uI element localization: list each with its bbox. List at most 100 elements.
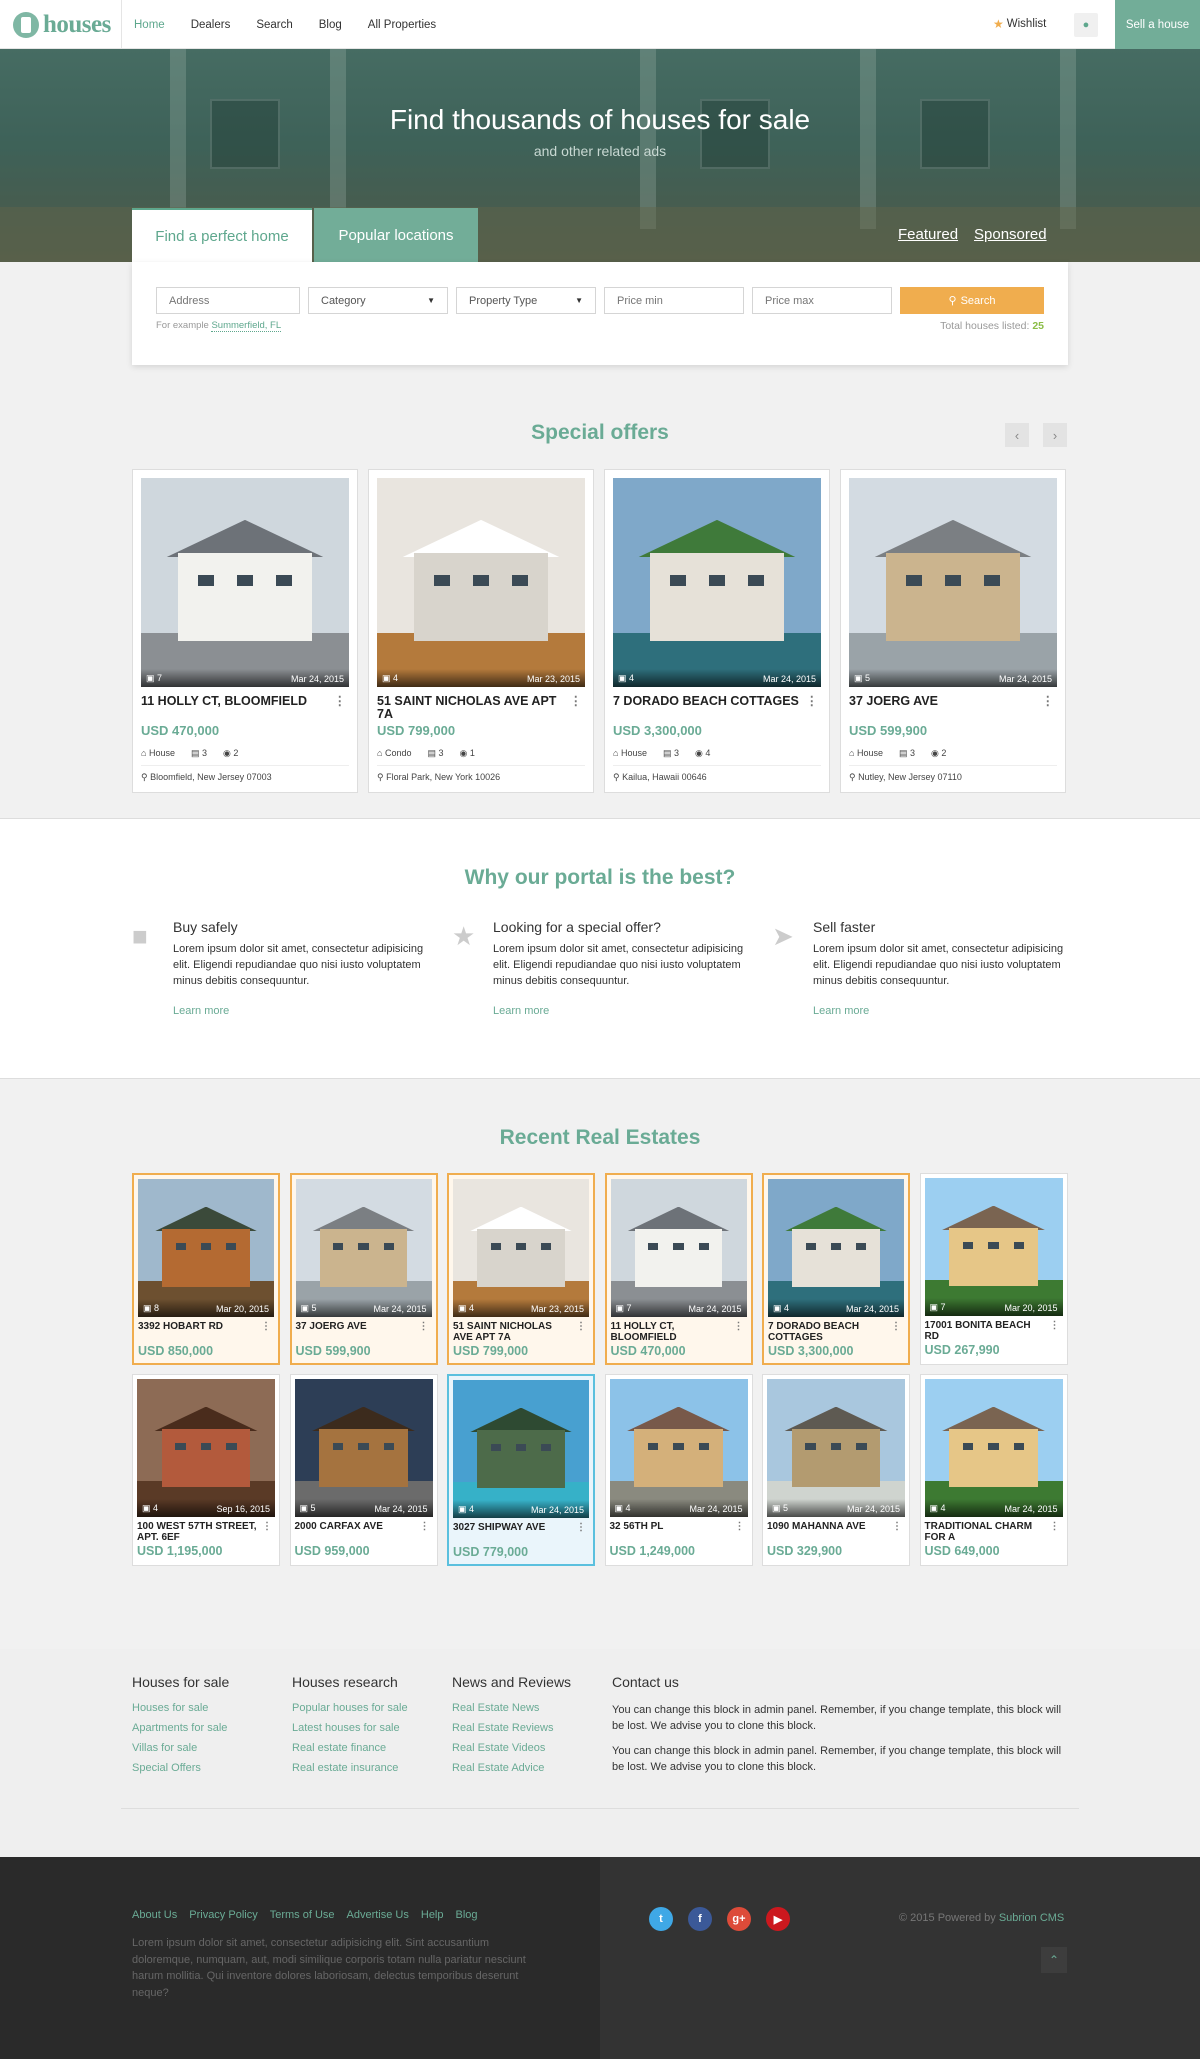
listing-photo[interactable]: ▣ 5 Mar 24, 2015 — [295, 1179, 432, 1317]
footer-link[interactable]: Popular houses for sale — [292, 1702, 408, 1714]
property-type-select[interactable]: Property Type ▼ — [456, 287, 596, 314]
listing-photo[interactable]: ▣ 7 Mar 24, 2015 — [610, 1179, 747, 1317]
more-options-icon[interactable]: ⋮ — [731, 1321, 747, 1343]
listing-title[interactable]: 7 DORADO BEACH COTTAGES — [613, 695, 799, 721]
more-options-icon[interactable]: ⋮ — [258, 1321, 274, 1343]
footer-link[interactable]: Houses for sale — [132, 1702, 229, 1714]
more-options-icon[interactable]: ⋮ — [331, 695, 350, 721]
more-options-icon[interactable]: ⋮ — [259, 1521, 275, 1543]
recent-listing-card[interactable]: ▣ 4 Mar 24, 2015 3027 SHIPWAY AVE ⋮ USD 779,… — [447, 1374, 595, 1566]
recent-listing-card[interactable]: ▣ 4 Mar 24, 2015 7 DORADO BEACH COTTAGES ⋮ U… — [762, 1173, 910, 1365]
logo[interactable]: houses — [13, 11, 111, 39]
search-button[interactable]: ⚲ Search — [900, 287, 1044, 314]
blog-link[interactable]: Blog — [456, 1909, 478, 1921]
listing-photo[interactable]: ▣ 4 Sep 16, 2015 — [137, 1379, 275, 1517]
listing-photo[interactable]: ▣ 4 Mar 23, 2015 — [377, 478, 585, 687]
listing-photo[interactable]: ▣ 4 Mar 24, 2015 — [453, 1380, 589, 1518]
listing-photo[interactable]: ▣ 8 Mar 20, 2015 — [138, 1179, 274, 1317]
recent-listing-card[interactable]: ▣ 7 Mar 20, 2015 17001 BONITA BEACH RD ⋮ USD… — [919, 1173, 1068, 1365]
address-input[interactable] — [156, 287, 300, 314]
footer-link[interactable]: Real Estate Reviews — [452, 1722, 571, 1734]
tab-popular-locations[interactable]: Popular locations — [314, 208, 478, 262]
more-options-icon[interactable]: ⋮ — [416, 1321, 432, 1343]
more-options-icon[interactable]: ⋮ — [573, 1522, 589, 1544]
nav-home[interactable]: Home — [134, 19, 165, 31]
nav-search[interactable]: Search — [256, 19, 292, 31]
subrion-link[interactable]: Subrion CMS — [999, 1912, 1064, 1924]
facebook-icon[interactable]: f — [688, 1907, 712, 1931]
footer-link[interactable]: Villas for sale — [132, 1742, 229, 1754]
more-options-icon[interactable]: ⋮ — [732, 1521, 748, 1543]
listing-title[interactable]: 11 HOLLY CT, BLOOMFIELD — [611, 1321, 731, 1343]
advertise-us-link[interactable]: Advertise Us — [347, 1909, 409, 1921]
recent-listing-card[interactable]: ▣ 4 Mar 24, 2015 TRADITIONAL CHARM FOR A ⋮ U… — [919, 1374, 1068, 1566]
listing-photo[interactable]: ▣ 4 Mar 24, 2015 — [609, 1379, 748, 1517]
help-link[interactable]: Help — [421, 1909, 444, 1921]
offer-card[interactable]: ▣ 7 Mar 24, 2015 11 HOLLY CT, BLOOMFIELD ⋮ U… — [132, 469, 358, 793]
youtube-icon[interactable]: ▶ — [766, 1907, 790, 1931]
recent-listing-card[interactable]: ▣ 5 Mar 24, 2015 2000 CARFAX AVE ⋮ USD 959,0… — [289, 1374, 438, 1566]
more-options-icon[interactable]: ⋮ — [1047, 1521, 1063, 1543]
footer-link[interactable]: Special Offers — [132, 1762, 229, 1774]
more-options-icon[interactable]: ⋮ — [889, 1521, 905, 1543]
sell-a-house-button[interactable]: Sell a house — [1115, 0, 1200, 49]
footer-link[interactable]: Real Estate Videos — [452, 1742, 571, 1754]
listing-photo[interactable]: ▣ 5 Mar 24, 2015 — [849, 478, 1057, 687]
listing-title[interactable]: 32 56TH PL — [610, 1521, 664, 1543]
wishlist-link[interactable]: ★ Wishlist — [993, 17, 1046, 31]
more-options-icon[interactable]: ⋮ — [803, 695, 822, 721]
more-options-icon[interactable]: ⋮ — [1039, 695, 1058, 721]
more-options-icon[interactable]: ⋮ — [573, 1321, 589, 1343]
back-to-top-button[interactable]: ⌃ — [1041, 1947, 1067, 1973]
listing-title[interactable]: 51 SAINT NICHOLAS AVE APT 7A — [377, 695, 567, 721]
recent-listing-card[interactable]: ▣ 5 Mar 24, 2015 1090 MAHANNA AVE ⋮ USD 329,… — [762, 1374, 910, 1566]
example-link[interactable]: Summerfield, FL — [211, 320, 282, 332]
listing-title[interactable]: 3027 SHIPWAY AVE — [453, 1522, 545, 1544]
price-max-input[interactable] — [752, 287, 892, 314]
offer-card[interactable]: ▣ 4 Mar 24, 2015 7 DORADO BEACH COTTAGES ⋮ U… — [604, 469, 830, 793]
more-options-icon[interactable]: ⋮ — [888, 1321, 904, 1343]
recent-listing-card[interactable]: ▣ 7 Mar 24, 2015 11 HOLLY CT, BLOOMFIELD ⋮ U… — [604, 1173, 753, 1365]
price-min-input[interactable] — [604, 287, 744, 314]
footer-link[interactable]: Real estate insurance — [292, 1762, 408, 1774]
listing-photo[interactable]: ▣ 4 Mar 24, 2015 — [768, 1179, 904, 1317]
listing-title[interactable]: 2000 CARFAX AVE — [295, 1521, 383, 1543]
offer-card[interactable]: ▣ 5 Mar 24, 2015 37 JOERG AVE ⋮ USD 599,900 ⌂… — [840, 469, 1066, 793]
twitter-icon[interactable]: t — [649, 1907, 673, 1931]
listing-title[interactable]: 37 JOERG AVE — [849, 695, 938, 721]
category-select[interactable]: Category ▼ — [308, 287, 448, 314]
more-options-icon[interactable]: ⋮ — [567, 695, 586, 721]
sponsored-link[interactable]: Sponsored — [974, 226, 1047, 243]
more-options-icon[interactable]: ⋮ — [1047, 1320, 1063, 1342]
offer-card[interactable]: ▣ 4 Mar 23, 2015 51 SAINT NICHOLAS AVE APT… — [368, 469, 594, 793]
more-options-icon[interactable]: ⋮ — [417, 1521, 433, 1543]
listing-title[interactable]: 1090 MAHANNA AVE — [767, 1521, 866, 1543]
about-us-link[interactable]: About Us — [132, 1909, 177, 1921]
nav-all-properties[interactable]: All Properties — [368, 19, 436, 31]
nav-blog[interactable]: Blog — [319, 19, 342, 31]
recent-listing-card[interactable]: ▣ 4 Mar 23, 2015 51 SAINT NICHOLAS AVE APT… — [447, 1173, 595, 1365]
listing-photo[interactable]: ▣ 5 Mar 24, 2015 — [767, 1379, 905, 1517]
listing-photo[interactable]: ▣ 7 Mar 20, 2015 — [924, 1178, 1063, 1316]
footer-link[interactable]: Apartments for sale — [132, 1722, 229, 1734]
listing-title[interactable]: 7 DORADO BEACH COTTAGES — [768, 1321, 888, 1343]
listing-photo[interactable]: ▣ 4 Mar 24, 2015 — [924, 1379, 1063, 1517]
listing-title[interactable]: 37 JOERG AVE — [296, 1321, 367, 1343]
listing-title[interactable]: 11 HOLLY CT, BLOOMFIELD — [141, 695, 307, 721]
footer-link[interactable]: Real Estate Advice — [452, 1762, 571, 1774]
footer-link[interactable]: Real estate finance — [292, 1742, 408, 1754]
tab-find-perfect-home[interactable]: Find a perfect home — [132, 208, 312, 262]
listing-photo[interactable]: ▣ 5 Mar 24, 2015 — [294, 1379, 433, 1517]
recent-listing-card[interactable]: ▣ 4 Sep 16, 2015 100 WEST 57TH STREET, APT… — [132, 1374, 280, 1566]
carousel-prev-button[interactable]: ‹ — [1005, 423, 1029, 447]
featured-link[interactable]: Featured — [898, 226, 958, 243]
recent-listing-card[interactable]: ▣ 5 Mar 24, 2015 37 JOERG AVE ⋮ USD 599,900 — [289, 1173, 438, 1365]
privacy-policy-link[interactable]: Privacy Policy — [189, 1909, 257, 1921]
learn-more-link[interactable]: Learn more — [493, 1005, 549, 1017]
learn-more-link[interactable]: Learn more — [813, 1005, 869, 1017]
recent-listing-card[interactable]: ▣ 4 Mar 24, 2015 32 56TH PL ⋮ USD 1,249,000 — [604, 1374, 753, 1566]
listing-photo[interactable]: ▣ 4 Mar 23, 2015 — [453, 1179, 589, 1317]
listing-photo[interactable]: ▣ 7 Mar 24, 2015 — [141, 478, 349, 687]
user-button[interactable]: ● — [1074, 13, 1098, 37]
footer-link[interactable]: Latest houses for sale — [292, 1722, 408, 1734]
